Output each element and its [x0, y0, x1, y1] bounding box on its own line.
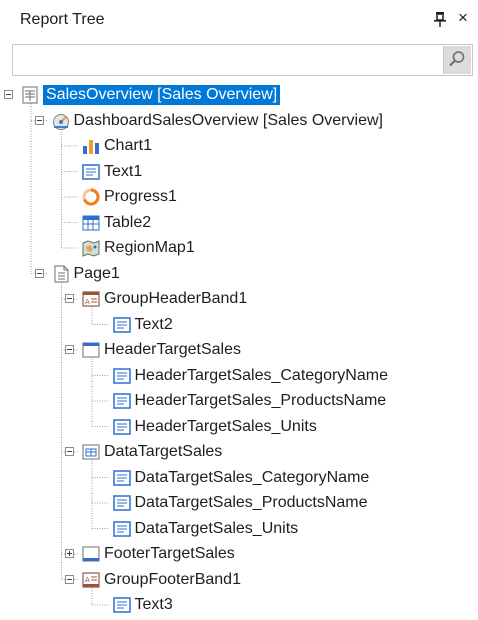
panel-titlebar: Report Tree × [0, 0, 478, 40]
collapse-icon[interactable] [4, 90, 13, 99]
tree-node-headertargetsales-categoryname[interactable]: HeaderTargetSales_CategoryName [0, 365, 478, 387]
footer-band-icon [81, 544, 101, 564]
search-icon[interactable] [443, 46, 471, 74]
collapse-icon[interactable] [65, 294, 74, 303]
text-icon [112, 315, 132, 335]
tree-node-label: HeaderTargetSales_ProductsName [134, 392, 387, 409]
tree-node-label: Table2 [104, 213, 152, 231]
collapse-icon[interactable] [34, 268, 44, 278]
tree-node-label: RegionMap1 [104, 239, 195, 256]
tree-node-groupheaderband1[interactable]: A GroupHeaderBand1 [0, 288, 478, 310]
tree-node-headertargetsales[interactable]: HeaderTargetSales [0, 339, 478, 361]
group-header-band-icon: A [81, 289, 101, 309]
tree-node-table2[interactable]: Table2 [0, 212, 478, 234]
tree-node-label: DashboardSalesOverview [Sales Overview] [73, 111, 383, 129]
tree-node-label: GroupHeaderBand1 [104, 290, 248, 307]
search-input[interactable] [17, 48, 441, 74]
tree-node-label: DataTargetSales_ProductsName [134, 494, 368, 511]
tree-node-text3[interactable]: Text3 [0, 594, 478, 616]
tree-node-label: Text3 [134, 596, 173, 613]
collapse-icon[interactable] [34, 115, 44, 125]
tree-node-datatargetsales-units[interactable]: DataTargetSales_Units [0, 518, 478, 540]
progress-icon [81, 187, 101, 207]
tree-node-footertargetsales[interactable]: FooterTargetSales [0, 543, 478, 565]
report-tree: SalesOverview [Sales Overview] DashboardS… [0, 80, 478, 613]
text-icon [112, 519, 132, 539]
tree-node-chart1[interactable]: Chart1 [0, 135, 478, 157]
map-icon [81, 238, 101, 258]
tree-node-label: Text1 [104, 162, 143, 180]
text-icon [112, 417, 132, 437]
text-icon [112, 468, 132, 488]
svg-text:A: A [85, 298, 90, 306]
tree-node-label: DataTargetSales_CategoryName [134, 468, 370, 486]
tree-node-label: HeaderTargetSales_CategoryName [134, 366, 388, 384]
dashboard-icon [51, 111, 71, 131]
tree-node-text2[interactable]: Text2 [0, 314, 478, 336]
tree-node-label: DataTargetSales [104, 443, 223, 460]
collapse-icon[interactable] [65, 345, 74, 354]
tree-node-label: HeaderTargetSales [104, 341, 241, 358]
tree-node-label: Progress1 [104, 188, 177, 205]
data-band-icon [81, 442, 101, 462]
tree-node-text1[interactable]: Text1 [0, 161, 478, 183]
text-icon [112, 366, 132, 386]
collapse-icon[interactable] [65, 447, 74, 456]
tree-node-progress1[interactable]: Progress1 [0, 186, 478, 208]
text-icon [112, 493, 132, 513]
tree-node-label: HeaderTargetSales_Units [134, 417, 317, 435]
tree-node-datatargetsales[interactable]: DataTargetSales [0, 441, 478, 463]
panel-title: Report Tree [20, 11, 105, 28]
tree-node-dashboardsalesoverview-sales-overview[interactable]: DashboardSalesOverview [Sales Overview] [0, 110, 478, 132]
group-footer-band-icon: A [81, 570, 101, 590]
expand-icon[interactable] [65, 549, 74, 558]
report-icon [20, 85, 40, 105]
tree-node-datatargetsales-categoryname[interactable]: DataTargetSales_CategoryName [0, 467, 478, 489]
header-band-icon [81, 340, 101, 360]
tree-node-label: SalesOverview [Sales Overview] [43, 85, 281, 105]
text-icon [112, 595, 132, 615]
search-box [12, 44, 473, 76]
pin-icon[interactable] [432, 10, 448, 28]
report-tree-panel: Report Tree × SalesOverview [Sales Overv… [0, 0, 478, 619]
tree-node-label: Page1 [73, 264, 120, 282]
page-icon [51, 264, 71, 284]
tree-node-page1[interactable]: Page1 [0, 263, 478, 285]
close-icon[interactable]: × [454, 8, 472, 28]
tree-node-datatargetsales-productsname[interactable]: DataTargetSales_ProductsName [0, 492, 478, 514]
text-icon [81, 162, 101, 182]
chart-icon [81, 136, 101, 156]
tree-node-groupfooterband1[interactable]: A GroupFooterBand1 [0, 569, 478, 591]
tree-node-label: GroupFooterBand1 [104, 570, 241, 588]
tree-node-headertargetsales-units[interactable]: HeaderTargetSales_Units [0, 416, 478, 438]
tree-node-headertargetsales-productsname[interactable]: HeaderTargetSales_ProductsName [0, 390, 478, 412]
table-icon [81, 213, 101, 233]
tree-node-label: FooterTargetSales [104, 545, 235, 562]
tree-node-label: Chart1 [104, 137, 153, 154]
tree-node-salesoverview-sales-overview[interactable]: SalesOverview [Sales Overview] [0, 84, 478, 106]
text-icon [112, 391, 132, 411]
svg-text:A: A [85, 576, 90, 584]
tree-node-regionmap1[interactable]: RegionMap1 [0, 237, 478, 259]
tree-node-label: DataTargetSales_Units [134, 519, 299, 537]
collapse-icon[interactable] [65, 574, 74, 584]
tree-node-label: Text2 [134, 315, 173, 333]
